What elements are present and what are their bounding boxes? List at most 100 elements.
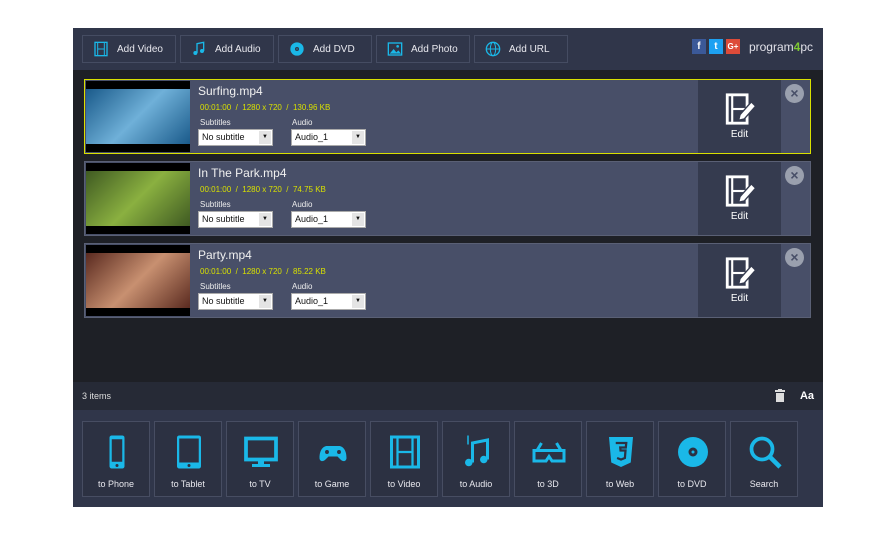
edit-button[interactable]: Edit <box>698 162 781 235</box>
subtitles-label: Subtitles <box>200 118 231 127</box>
audio-select[interactable]: Audio_1 ▼ <box>291 129 366 146</box>
button-label: Add Photo <box>411 43 458 55</box>
audio-label: Audio <box>292 200 313 209</box>
file-meta: 00:01:00 / 1280 x 720 / 130.96 KB <box>200 103 331 112</box>
tablet-icon <box>177 435 201 469</box>
disc-icon <box>290 42 304 56</box>
tv-icon <box>244 436 278 467</box>
remove-item-icon[interactable]: × <box>785 248 804 267</box>
button-label: Add Video <box>117 43 163 55</box>
output-to-game-button[interactable]: to Game <box>298 421 366 497</box>
audio-icon <box>465 435 489 467</box>
select-value: No subtitle <box>202 214 245 224</box>
edit-button[interactable]: Edit <box>698 80 781 153</box>
edit-film-icon <box>725 257 757 289</box>
google-plus-icon[interactable]: G+ <box>725 39 740 54</box>
logo: program4pc <box>749 40 813 54</box>
subtitles-label: Subtitles <box>200 200 231 209</box>
select-value: No subtitle <box>202 296 245 306</box>
file-item[interactable]: Party.mp4 00:01:00 / 1280 x 720 / 85.22 … <box>84 243 811 318</box>
select-value: Audio_1 <box>295 132 329 142</box>
button-label: Add Audio <box>215 43 261 55</box>
add-photo-button[interactable]: Add Photo <box>376 35 470 63</box>
chevron-down-icon: ▼ <box>259 295 271 308</box>
file-name: Surfing.mp4 <box>198 84 263 98</box>
facebook-icon[interactable]: f <box>691 39 706 54</box>
subtitle-select[interactable]: No subtitle ▼ <box>198 129 273 146</box>
select-value: Audio_1 <box>295 296 329 306</box>
chevron-down-icon: ▼ <box>352 295 364 308</box>
font-button[interactable]: Aa <box>800 390 814 402</box>
output-to-video-button[interactable]: to Video <box>370 421 438 497</box>
subtitles-label: Subtitles <box>200 282 231 291</box>
edit-film-icon <box>725 175 757 207</box>
film-icon <box>94 41 108 57</box>
subtitle-select[interactable]: No subtitle ▼ <box>198 211 273 228</box>
video-thumbnail <box>86 81 190 152</box>
output-to-web-button[interactable]: to Web <box>586 421 654 497</box>
file-name: In The Park.mp4 <box>198 166 287 180</box>
add-audio-button[interactable]: Add Audio <box>180 35 274 63</box>
toolbar: Add Video Add Audio Add DVD Add Photo Add UR… <box>73 28 823 70</box>
globe-icon <box>485 41 501 57</box>
file-meta: 00:01:00 / 1280 x 720 / 85.22 KB <box>200 267 326 276</box>
chevron-down-icon: ▼ <box>259 213 271 226</box>
file-list: Surfing.mp4 00:01:00 / 1280 x 720 / 130.… <box>73 70 823 382</box>
output-label: Search <box>749 479 779 489</box>
status-bar: 3 items Aa <box>73 382 823 410</box>
video-thumbnail <box>86 163 190 234</box>
file-item[interactable]: In The Park.mp4 00:01:00 / 1280 x 720 / … <box>84 161 811 236</box>
audio-select[interactable]: Audio_1 ▼ <box>291 293 366 310</box>
add-video-button[interactable]: Add Video <box>82 35 176 63</box>
chevron-down-icon: ▼ <box>352 213 364 226</box>
twitter-icon[interactable]: t <box>708 39 723 54</box>
chevron-down-icon: ▼ <box>352 131 364 144</box>
output-to-audio-button[interactable]: to Audio <box>442 421 510 497</box>
file-item[interactable]: Surfing.mp4 00:01:00 / 1280 x 720 / 130.… <box>84 79 811 154</box>
edit-button[interactable]: Edit <box>698 244 781 317</box>
social-links: f t G+ program4pc <box>691 39 813 54</box>
item-count: 3 items <box>82 391 112 401</box>
trash-icon[interactable] <box>775 389 785 402</box>
edit-label: Edit <box>730 293 749 304</box>
add-url-button[interactable]: Add URL <box>474 35 568 63</box>
video-thumbnail <box>86 245 190 316</box>
output-label: to Tablet <box>171 479 205 489</box>
edit-film-icon <box>725 93 757 125</box>
subtitle-select[interactable]: No subtitle ▼ <box>198 293 273 310</box>
select-value: Audio_1 <box>295 214 329 224</box>
dvd-icon <box>678 437 708 467</box>
file-meta: 00:01:00 / 1280 x 720 / 74.75 KB <box>200 185 326 194</box>
output-label: to Web <box>605 479 635 489</box>
video-icon <box>390 435 420 469</box>
output-to-dvd-button[interactable]: to DVD <box>658 421 726 497</box>
output-label: to Audio <box>459 479 493 489</box>
output-label: to Phone <box>97 479 135 489</box>
remove-item-icon[interactable]: × <box>785 84 804 103</box>
edit-label: Edit <box>730 129 749 140</box>
output-to-tv-button[interactable]: to TV <box>226 421 294 497</box>
remove-item-icon[interactable]: × <box>785 166 804 185</box>
music-icon <box>193 41 205 55</box>
add-dvd-button[interactable]: Add DVD <box>278 35 372 63</box>
logo-text: program <box>748 39 794 54</box>
output-to-phone-button[interactable]: to Phone <box>82 421 150 497</box>
output-label: to 3D <box>537 479 559 489</box>
search-icon <box>749 436 782 469</box>
output-label: to TV <box>249 479 271 489</box>
output-search-button[interactable]: Search <box>730 421 798 497</box>
phone-icon <box>109 435 125 469</box>
audio-label: Audio <box>292 118 313 127</box>
html5-icon <box>609 437 633 467</box>
output-to-tablet-button[interactable]: to Tablet <box>154 421 222 497</box>
chevron-down-icon: ▼ <box>259 131 271 144</box>
output-label: to DVD <box>677 479 707 489</box>
button-label: Add DVD <box>313 43 355 55</box>
audio-select[interactable]: Audio_1 ▼ <box>291 211 366 228</box>
photo-icon <box>387 42 403 56</box>
edit-label: Edit <box>730 211 749 222</box>
3d-glasses-icon <box>532 442 566 463</box>
output-label: to Game <box>314 479 350 489</box>
select-value: No subtitle <box>202 132 245 142</box>
output-to-3d-button[interactable]: to 3D <box>514 421 582 497</box>
